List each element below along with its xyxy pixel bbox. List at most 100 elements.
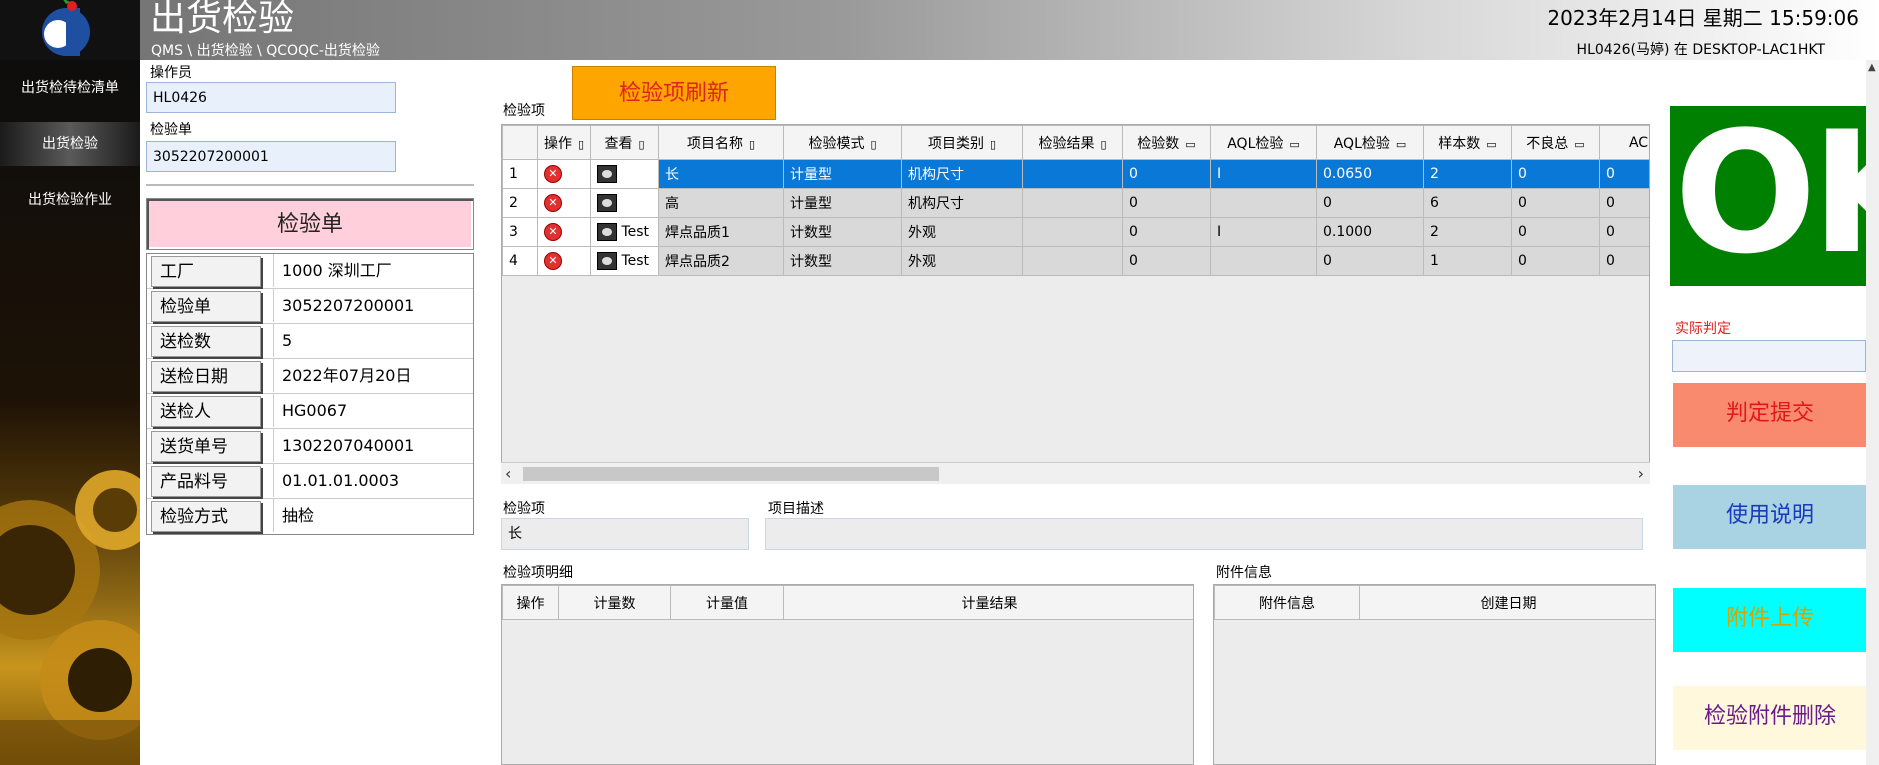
pin-icon[interactable]: ▯ (749, 138, 755, 151)
column-header[interactable]: 计量数 (558, 585, 671, 620)
cell-name[interactable]: 长 (658, 159, 784, 189)
delete-attachment-button[interactable]: 检验附件删除 (1673, 686, 1867, 750)
column-header[interactable]: 查看 ▯ (590, 125, 659, 160)
cell-count[interactable]: 0 (1122, 159, 1211, 189)
doc-key-button[interactable]: 检验单 (151, 291, 261, 322)
pin-icon[interactable]: ▯ (870, 138, 876, 151)
operator-input[interactable] (146, 82, 396, 113)
cell-mode[interactable]: 计数型 (783, 246, 902, 276)
doc-key-button[interactable]: 送检人 (151, 396, 261, 427)
delete-icon[interactable]: ✕ (544, 223, 562, 241)
column-header[interactable]: AC (1599, 125, 1649, 160)
refresh-items-button[interactable]: 检验项刷新 (572, 66, 776, 120)
delete-icon[interactable]: ✕ (544, 165, 562, 183)
cell-defects[interactable]: 0 (1511, 159, 1600, 189)
column-header[interactable]: 样本数 ▭ (1423, 125, 1512, 160)
item-desc-field[interactable] (765, 518, 1643, 550)
doc-key-button[interactable]: 送检数 (151, 326, 261, 357)
delete-icon[interactable]: ✕ (544, 194, 562, 212)
view-icon[interactable] (597, 165, 617, 183)
delete-icon[interactable]: ✕ (544, 252, 562, 270)
cell-aql-value[interactable]: 0 (1316, 188, 1424, 218)
pin-icon[interactable]: ▯ (1100, 138, 1106, 151)
cell-aql-value[interactable]: 0.1000 (1316, 217, 1424, 247)
cell-defects[interactable]: 0 (1511, 188, 1600, 218)
pin-icon[interactable]: ▯ (578, 138, 584, 151)
pin-icon[interactable]: ▭ (1185, 138, 1195, 151)
column-header[interactable]: AQL检验 ▭ (1210, 125, 1317, 160)
cell-result[interactable] (1022, 159, 1123, 189)
cell-ac[interactable]: 0 (1599, 188, 1649, 218)
sidebar-item-outgoing-inspection[interactable]: 出货检验 (0, 122, 140, 166)
column-header[interactable]: 检验结果 ▯ (1022, 125, 1123, 160)
cell-aql-level[interactable] (1210, 188, 1317, 218)
scrollbar-thumb[interactable] (523, 467, 939, 481)
doc-key-button[interactable]: 检验方式 (151, 501, 261, 532)
vertical-scrollbar[interactable]: ▲ (1866, 60, 1879, 765)
cell-defects[interactable]: 0 (1511, 217, 1600, 247)
pin-icon[interactable]: ▭ (1396, 138, 1406, 151)
view-icon[interactable] (597, 194, 617, 212)
cell-ac[interactable]: 0 (1599, 217, 1649, 247)
view-cell[interactable]: Test (590, 246, 659, 276)
submit-judgement-button[interactable]: 判定提交 (1673, 383, 1867, 447)
cell-category[interactable]: 机构尺寸 (901, 188, 1023, 218)
doc-key-button[interactable]: 工厂 (151, 256, 261, 287)
sidebar-item-inspection-work[interactable]: 出货检验作业 (0, 178, 140, 222)
cell-sample[interactable]: 6 (1423, 188, 1512, 218)
table-row[interactable]: 1 ✕ 长 计量型 机构尺寸 0 I 0.0650 2 0 0 (502, 159, 1649, 189)
pin-icon[interactable]: ▭ (1574, 138, 1584, 151)
column-header[interactable]: 操作 ▯ (537, 125, 591, 160)
table-row[interactable]: 2 ✕ 高 计量型 机构尺寸 0 0 6 0 0 (502, 188, 1649, 218)
column-header[interactable]: 创建日期 (1359, 585, 1655, 620)
table-row[interactable]: 4 ✕ Test 焊点品质2 计数型 外观 0 0 1 0 0 (502, 246, 1649, 276)
cell-result[interactable] (1022, 246, 1123, 276)
scroll-right-icon[interactable]: › (1638, 464, 1644, 483)
order-input[interactable] (146, 141, 396, 172)
cell-count[interactable]: 0 (1122, 217, 1211, 247)
cell-count[interactable]: 0 (1122, 188, 1211, 218)
cell-name[interactable]: 高 (658, 188, 784, 218)
delete-cell[interactable]: ✕ (537, 188, 591, 218)
upload-attachment-button[interactable]: 附件上传 (1673, 588, 1867, 652)
doc-key-button[interactable]: 送货单号 (151, 431, 261, 462)
doc-key-button[interactable]: 送检日期 (151, 361, 261, 392)
column-header[interactable]: 项目名称 ▯ (658, 125, 784, 160)
instructions-button[interactable]: 使用说明 (1673, 485, 1867, 549)
view-cell[interactable] (590, 159, 659, 189)
cell-ac[interactable]: 0 (1599, 246, 1649, 276)
cell-sample[interactable]: 2 (1423, 159, 1512, 189)
cell-name[interactable]: 焊点品质1 (658, 217, 784, 247)
item-field[interactable]: 长 (501, 518, 749, 550)
delete-cell[interactable]: ✕ (537, 246, 591, 276)
column-header[interactable]: 检验数 ▭ (1122, 125, 1211, 160)
cell-aql-level[interactable]: I (1210, 159, 1317, 189)
column-header[interactable]: 不良总 ▭ (1511, 125, 1600, 160)
pin-icon[interactable]: ▭ (1289, 138, 1299, 151)
column-header[interactable]: 附件信息 (1214, 585, 1360, 620)
pin-icon[interactable]: ▭ (1486, 138, 1496, 151)
view-cell[interactable]: Test (590, 217, 659, 247)
column-header[interactable]: 操作 (502, 585, 559, 620)
horizontal-scrollbar[interactable]: ‹ › (501, 462, 1650, 484)
pin-icon[interactable]: ▯ (638, 138, 644, 151)
delete-cell[interactable]: ✕ (537, 159, 591, 189)
cell-category[interactable]: 机构尺寸 (901, 159, 1023, 189)
cell-mode[interactable]: 计数型 (783, 217, 902, 247)
doc-key-button[interactable]: 产品料号 (151, 466, 261, 497)
cell-mode[interactable]: 计量型 (783, 188, 902, 218)
view-cell[interactable] (590, 188, 659, 218)
cell-aql-level[interactable]: I (1210, 217, 1317, 247)
cell-result[interactable] (1022, 217, 1123, 247)
table-row[interactable]: 3 ✕ Test 焊点品质1 计数型 外观 0 I 0.1000 2 0 0 (502, 217, 1649, 247)
column-header[interactable]: 项目类别 ▯ (901, 125, 1023, 160)
column-header[interactable]: AQL检验 ▭ (1316, 125, 1424, 160)
view-icon[interactable] (597, 252, 617, 270)
view-icon[interactable] (597, 223, 617, 241)
column-header[interactable]: 计量值 (670, 585, 784, 620)
cell-aql-value[interactable]: 0 (1316, 246, 1424, 276)
scroll-up-icon[interactable]: ▲ (1868, 62, 1876, 73)
column-header[interactable]: 计量结果 (783, 585, 1193, 620)
cell-sample[interactable]: 2 (1423, 217, 1512, 247)
cell-category[interactable]: 外观 (901, 246, 1023, 276)
